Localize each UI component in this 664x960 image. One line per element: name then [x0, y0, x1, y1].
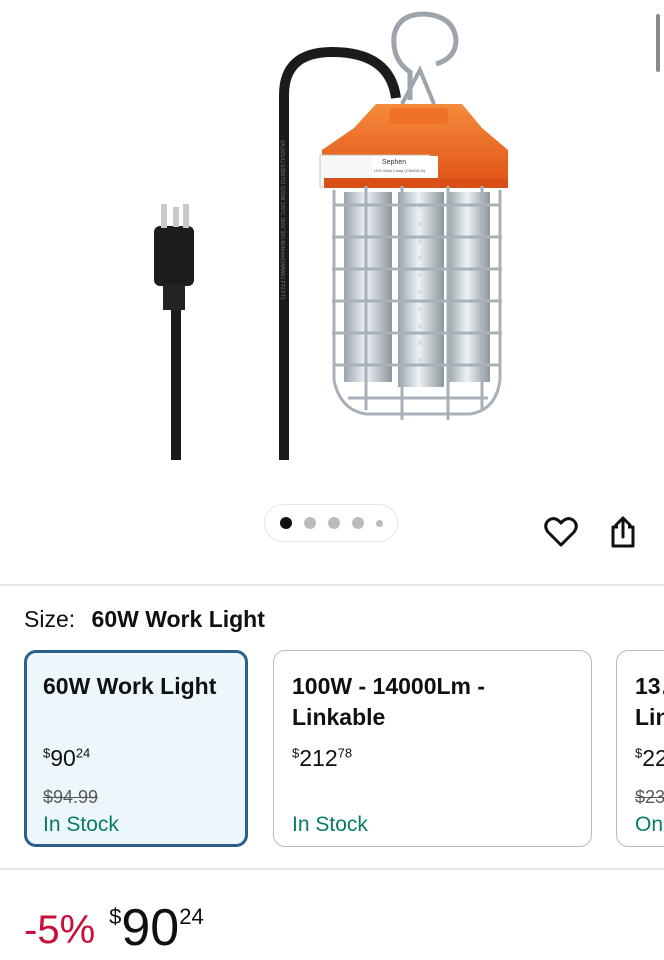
carousel-dot[interactable] [375, 519, 383, 527]
size-selector-label: Size: 60W Work Light [24, 606, 265, 633]
svg-text:Sephen: Sephen [382, 159, 406, 166]
option-stock: On [635, 813, 664, 836]
option-name: 60W Work Light [43, 673, 217, 699]
option-price: $21278 [292, 745, 353, 771]
svg-text:(UL)(CUL) E356753 SJOW 105°C 3: (UL)(CUL) E356753 SJOW 105°C 300V 3X0.82… [279, 140, 285, 300]
divider [0, 584, 664, 586]
current-price: $ 90 24 [109, 899, 204, 957]
option-stock: In Stock [43, 813, 119, 836]
svg-text:LED Work Lamp (CW60A-N): LED Work Lamp (CW60A-N) [374, 168, 426, 173]
carousel-dot[interactable] [327, 517, 340, 529]
plug [154, 226, 194, 286]
product-image[interactable]: Sephen LED Work Lamp (CW60A-N) (UL)(CUL)… [0, 0, 664, 480]
option-list-price [292, 787, 573, 809]
carousel-dot[interactable] [351, 517, 364, 529]
option-list-price: $94.99 [43, 787, 99, 807]
discount-percent: -5% [24, 908, 96, 952]
option-list-price: $23 [635, 787, 664, 807]
size-label: Size: [24, 606, 76, 632]
option-price: $9024 [43, 745, 91, 771]
option-stock: In Stock [292, 813, 368, 836]
selected-size: 60W Work Light [91, 606, 265, 632]
option-name: 100W - 14000Lm - Linkable [292, 673, 486, 730]
size-option-partial[interactable]: 13… Lin… $22 $23 On [616, 650, 664, 847]
size-option-60w[interactable]: 60W Work Light $9024 $94.99 In Stock [24, 650, 248, 847]
option-price: $22 [635, 745, 664, 771]
option-name: 13… Lin… [635, 673, 664, 730]
deal-price: -5% $ 90 24 [24, 898, 204, 958]
share-icon[interactable] [603, 512, 643, 552]
image-carousel-dots[interactable] [264, 504, 398, 542]
size-option-100w[interactable]: 100W - 14000Lm - Linkable $21278 In Stoc… [273, 650, 592, 847]
heart-icon[interactable] [541, 512, 581, 552]
carousel-dot[interactable] [279, 517, 292, 529]
carousel-dot[interactable] [303, 517, 316, 529]
divider [0, 868, 664, 870]
